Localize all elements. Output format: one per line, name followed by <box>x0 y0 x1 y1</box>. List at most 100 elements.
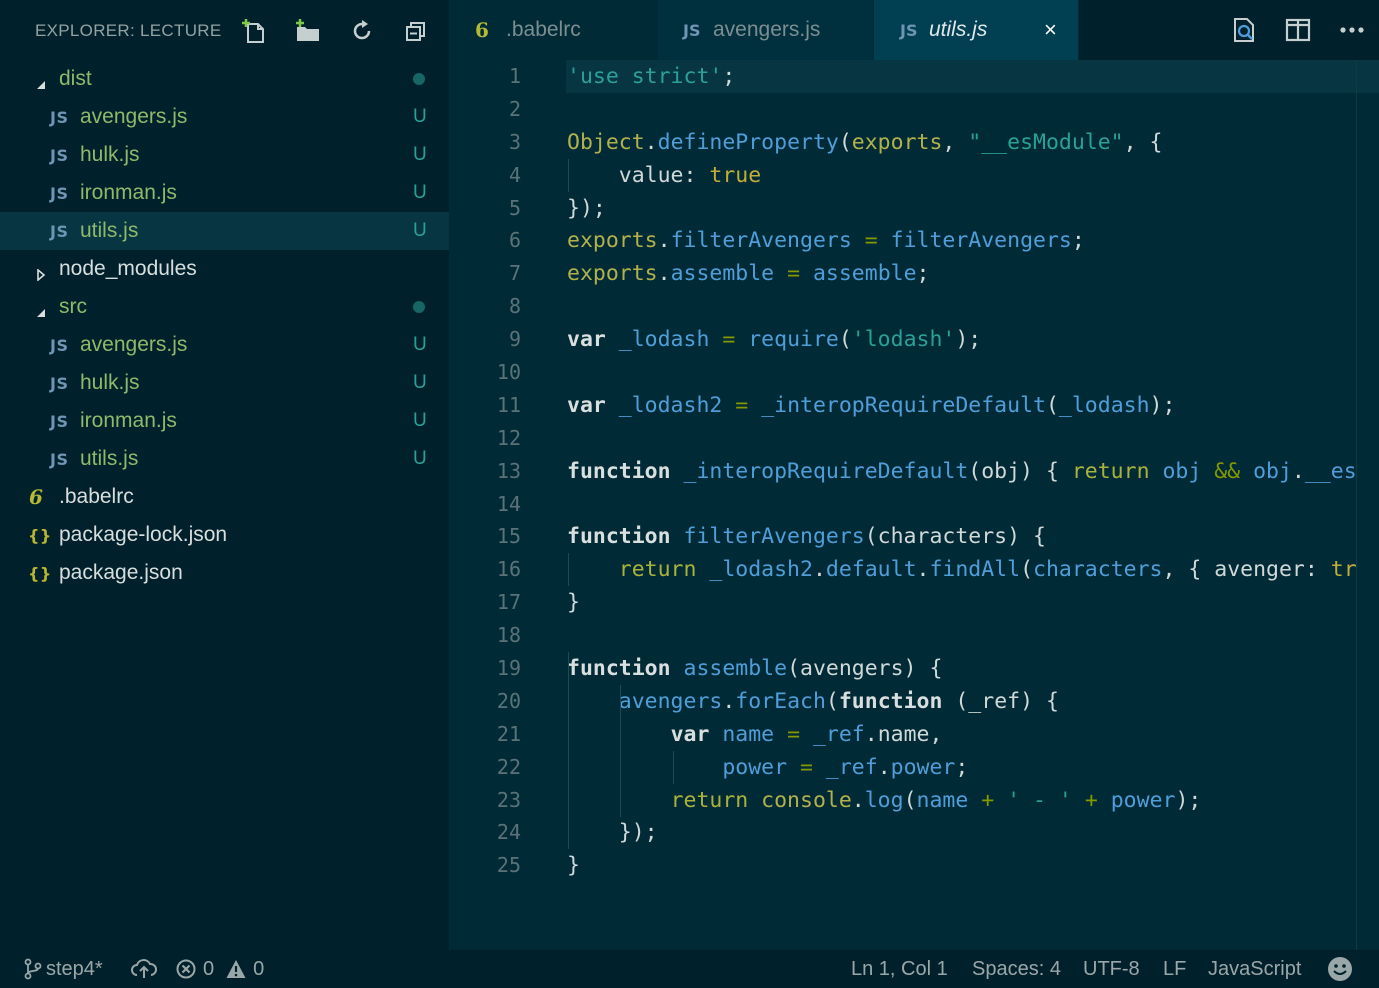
tree-file-package-lock-json[interactable]: {} package-lock.json <box>0 516 449 554</box>
new-folder-icon[interactable] <box>281 16 335 46</box>
tree-item-label: hulk.js <box>80 371 140 394</box>
indent-guide <box>568 816 569 850</box>
feedback-smiley-icon[interactable] <box>1327 950 1353 988</box>
code-token: return <box>618 557 710 583</box>
tab-label: utils.js <box>929 18 988 41</box>
code-token: __es <box>1304 458 1357 484</box>
code-editor[interactable]: 1 2 3 4 5 6 7 8 9 10 11 12 13 14 15 16 17 18 19 20 21 22 23 24 2… <box>449 60 1379 950</box>
language-mode[interactable]: JavaScript <box>1208 950 1301 988</box>
code-line: var _lodash2 = _interopRequireDefault(_l… <box>567 389 1379 422</box>
code-token: _lodash <box>618 327 710 353</box>
indent-guide <box>620 783 622 817</box>
sync-icon[interactable] <box>130 950 158 988</box>
code-token: . <box>851 787 865 813</box>
code-token: . <box>722 688 736 714</box>
tab-utils-js[interactable]: JS utils.js × <box>874 0 1079 60</box>
line-number: 15 <box>496 524 521 549</box>
line-number-gutter: 1 2 3 4 5 6 7 8 9 10 11 12 13 14 15 16 17 18 19 20 21 22 23 24 2… <box>449 60 539 882</box>
code-line: return _lodash2.default.findAll(characte… <box>567 553 1379 587</box>
tree-file-package-json[interactable]: {} package.json <box>0 554 449 592</box>
split-editor-icon[interactable] <box>1271 10 1325 50</box>
code-line: value: true <box>567 158 1379 192</box>
code-token: return <box>670 787 762 813</box>
tree-file-hulk-js[interactable]: JS hulk.js U <box>0 364 449 402</box>
code-token: (obj) { <box>968 458 1072 484</box>
tree-file-utils-js[interactable]: JS utils.js U <box>0 212 449 250</box>
close-icon[interactable]: × <box>1044 17 1057 43</box>
find-in-files-icon[interactable] <box>1217 10 1271 50</box>
tree-file-avengers-js[interactable]: JS avengers.js U <box>0 98 449 136</box>
line-number: 13 <box>496 458 521 483</box>
tree-folder-node-modules[interactable]: node_modules <box>0 250 449 288</box>
tab-avengers-js[interactable]: JS avengers.js <box>658 0 874 60</box>
explorer-sidebar: EXPLORER: LECTURE dist JS avengers.js U JS hu… <box>0 0 449 950</box>
tree-item-label: .babelrc <box>59 485 134 508</box>
tree-folder-dist[interactable]: dist <box>0 60 449 98</box>
tree-item-label: utils.js <box>80 447 139 470</box>
code-token: Object <box>567 129 645 155</box>
code-token: && <box>1214 458 1254 484</box>
warning-count: 0 <box>253 957 265 980</box>
code-line: return console.log(name + ' - ' + power)… <box>567 783 1379 817</box>
indentation-setting[interactable]: Spaces: 4 <box>972 950 1061 988</box>
tree-file-ironman-js[interactable]: JS ironman.js U <box>0 402 449 440</box>
tree-item-label: src <box>59 295 87 318</box>
encoding-setting[interactable]: UTF-8 <box>1083 950 1140 988</box>
code-token: = <box>774 261 813 287</box>
new-file-icon[interactable] <box>227 16 281 46</box>
tree-file-ironman-js[interactable]: JS ironman.js U <box>0 174 449 212</box>
code-token: name <box>916 787 969 813</box>
code-token: } <box>567 853 580 879</box>
tree-file-utils-js[interactable]: JS utils.js U <box>0 440 449 478</box>
git-status-badge: U <box>413 334 427 355</box>
tree-item-label: hulk.js <box>80 143 140 166</box>
code-token: _interopRequireDefault <box>761 392 1046 418</box>
problems-indicator[interactable]: 0 0 <box>176 950 264 988</box>
code-line: }); <box>567 192 1379 225</box>
indent-guide <box>568 684 569 718</box>
status-bar: step4* 0 0 Ln 1, Col 1 Spaces: 4 UTF-8 L… <box>0 950 1379 988</box>
chevron-right-icon[interactable] <box>35 263 47 282</box>
code-line: function _interopRequireDefault(obj) { r… <box>567 455 1379 488</box>
code-token: (_ref) { <box>942 688 1059 714</box>
editor-actions <box>1217 0 1379 60</box>
babel-file-icon: 6 <box>475 18 489 42</box>
cursor-position[interactable]: Ln 1, Col 1 <box>851 950 948 988</box>
code-token: + <box>968 787 1008 813</box>
tree-file-avengers-js[interactable]: JS avengers.js U <box>0 326 449 364</box>
code-token: "__esModule" <box>968 129 1124 155</box>
code-token: ( <box>838 327 852 353</box>
tree-folder-src[interactable]: src <box>0 288 449 326</box>
refresh-icon[interactable] <box>335 16 389 46</box>
code-token: exports <box>567 261 658 287</box>
code-token: _ref <box>812 721 865 747</box>
code-token: log <box>864 787 904 813</box>
code-area[interactable]: 'use strict'; Object.defineProperty(expor… <box>567 60 1379 882</box>
collapse-all-icon[interactable] <box>389 16 443 46</box>
code-line: Object.defineProperty(exports, "__esModu… <box>567 126 1379 159</box>
line-number: 5 <box>508 195 521 220</box>
code-token: filterAvengers <box>890 228 1072 254</box>
overview-ruler[interactable] <box>1356 60 1357 950</box>
tree-file-babelrc[interactable]: 6 .babelrc <box>0 478 449 516</box>
eol-setting[interactable]: LF <box>1163 950 1186 988</box>
code-line: exports.assemble = assemble; <box>567 257 1379 290</box>
line-number: 14 <box>496 491 521 516</box>
more-actions-icon[interactable] <box>1325 10 1379 50</box>
branch-indicator[interactable]: step4* <box>24 950 103 988</box>
code-token: _lodash2 <box>709 557 813 583</box>
tab-babelrc[interactable]: 6 .babelrc <box>449 0 658 60</box>
code-token: ( <box>1045 392 1059 418</box>
tree-file-hulk-js[interactable]: JS hulk.js U <box>0 136 449 174</box>
code-token: _ref <box>825 754 878 780</box>
indent-guide <box>568 158 569 192</box>
line-number: 3 <box>508 129 521 154</box>
chevron-down-icon[interactable] <box>35 73 47 89</box>
indent-guide <box>568 717 569 751</box>
chevron-down-icon[interactable] <box>35 301 47 317</box>
